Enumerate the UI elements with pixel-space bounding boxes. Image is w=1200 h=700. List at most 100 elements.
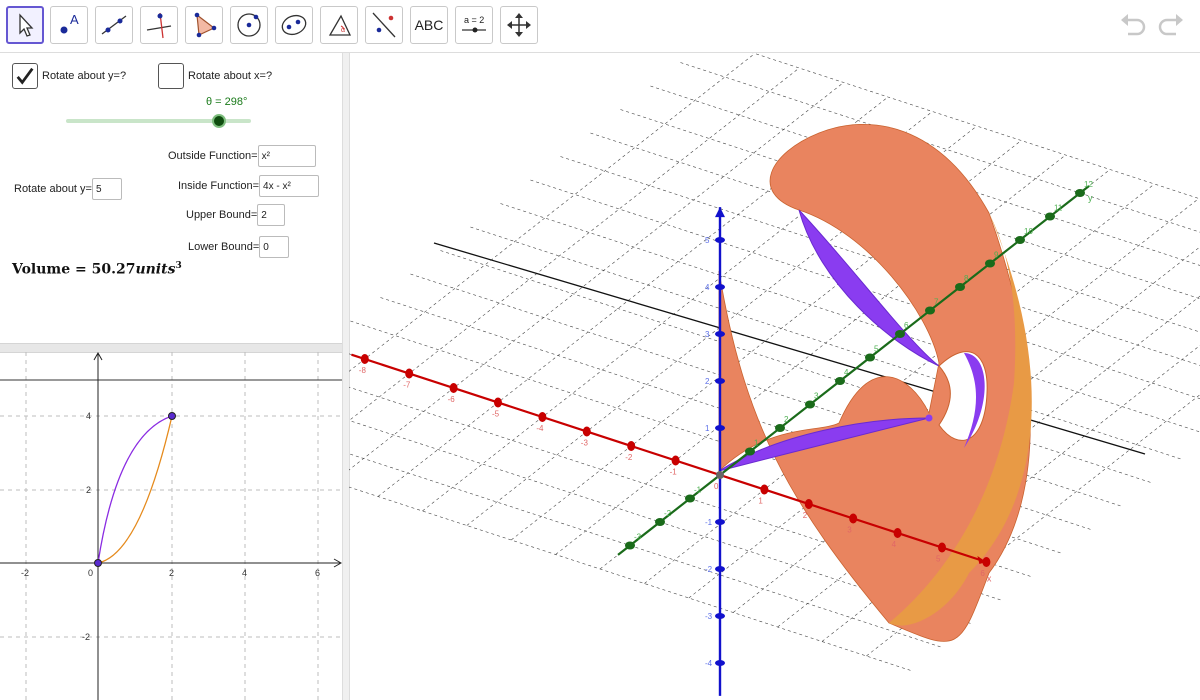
- svg-text:a = 2: a = 2: [464, 15, 484, 25]
- point-icon: A: [60, 12, 79, 34]
- svg-text:A: A: [70, 12, 79, 27]
- redo-button[interactable]: [1156, 10, 1186, 40]
- line-tool-button[interactable]: [95, 6, 133, 44]
- circle-icon: [237, 13, 261, 37]
- y-tick-label: -2: [82, 632, 90, 642]
- x-tick-marker: [538, 412, 547, 422]
- x-tick-marker: [671, 455, 680, 466]
- conic-tool-button[interactable]: [275, 6, 313, 44]
- volume-exponent: 3: [175, 261, 182, 271]
- x-tick-label: -2: [21, 568, 29, 578]
- perpendicular-tool-button[interactable]: [140, 6, 178, 44]
- grid-3d: [349, 53, 1200, 671]
- point-tool-button[interactable]: A: [50, 6, 88, 44]
- toolbar: A α ABC a = 2: [0, 0, 1200, 53]
- triangle-icon: [194, 12, 217, 38]
- y-tick-marker: [1045, 212, 1055, 221]
- upper-bound-input[interactable]: 2: [257, 204, 286, 226]
- x-tick-label-3d: -2: [625, 453, 633, 462]
- rotate-about-input[interactable]: 5: [91, 178, 122, 200]
- lower-bound-input[interactable]: 0: [259, 236, 290, 258]
- y-tick-label-3d: -2: [664, 509, 672, 518]
- x-tick-label: 6: [315, 568, 320, 578]
- circle-tool-button[interactable]: [230, 6, 268, 44]
- grid-2d: [0, 352, 342, 700]
- x-tick-marker: [582, 426, 591, 437]
- angle-icon: α: [328, 14, 352, 36]
- z-tick-marker: [715, 237, 725, 243]
- reflect-tool-button[interactable]: [365, 6, 403, 44]
- y-tick-marker: [895, 330, 905, 338]
- y-tick-marker: [1015, 236, 1025, 244]
- text-tool-label: ABC: [414, 17, 444, 33]
- y-tick-marker: [865, 353, 875, 362]
- move-tool-button[interactable]: [6, 6, 44, 44]
- z-tick-marker: [715, 613, 725, 619]
- x-tick-label-3d: -8: [359, 366, 367, 375]
- rotate-y-checkbox[interactable]: [12, 63, 38, 89]
- y-tick-label-3d: 12: [1084, 180, 1093, 189]
- z-tick-label-3d: -4: [705, 659, 713, 668]
- z-tick-label-3d: -2: [705, 565, 713, 574]
- grid-line-3d: [349, 53, 755, 372]
- outside-function-row: Outside Function= x²: [168, 145, 316, 167]
- y-tick-label-3d: 11: [1054, 204, 1063, 213]
- y-tick-marker: [985, 259, 995, 268]
- inside-function-label: Inside Function=: [178, 180, 260, 192]
- y-tick-marker: [685, 494, 695, 503]
- y-tick-label-3d: 10: [1024, 227, 1033, 236]
- move-arrows-icon: [507, 13, 531, 37]
- y-tick-label-3d: 3: [814, 392, 819, 401]
- lower-bound-label: Lower Bound=: [188, 241, 260, 253]
- x-tick-label-3d: 2: [803, 511, 808, 520]
- angle-tool-button[interactable]: α: [320, 6, 358, 44]
- x-tick-marker: [804, 499, 813, 509]
- z-axis-arrow-3d: [715, 207, 725, 218]
- x-tick-marker: [494, 397, 502, 408]
- text-tool-button[interactable]: ABC: [410, 6, 448, 44]
- y-tick-marker: [655, 518, 665, 526]
- y-tick-marker: [1075, 189, 1085, 197]
- x-tick-label-3d: 0: [714, 482, 719, 491]
- y-tick-label-3d: 1: [754, 439, 759, 448]
- upper-bound-point[interactable]: [168, 412, 176, 420]
- y-tick-marker: [925, 306, 935, 315]
- inside-function-input[interactable]: 4x - x²: [259, 175, 320, 197]
- x-tick-label-3d: 4: [892, 540, 897, 549]
- x-axis-label-3d: x: [987, 573, 992, 583]
- z-tick-marker: [715, 331, 725, 337]
- upper-bound-row: Upper Bound= 2: [186, 204, 286, 226]
- x-tick-marker: [938, 542, 946, 553]
- graphics-3d-view[interactable]: -8-7-6-5-4-3-2-10123456-3-2-112345678910…: [349, 53, 1200, 700]
- z-tick-marker: [715, 660, 725, 666]
- z-tick-label-3d: 3: [705, 330, 710, 339]
- graphics-2d-view[interactable]: -2 0 2 4 6 4 2 -2: [0, 352, 342, 700]
- move-view-tool-button[interactable]: [500, 6, 538, 44]
- inside-function-row: Inside Function= 4x - x²: [178, 175, 320, 197]
- x-tick-label-3d: -5: [492, 410, 500, 419]
- polygon-tool-button[interactable]: [185, 6, 223, 44]
- rotate-about-label: Rotate about y=: [14, 183, 92, 195]
- outside-function-input[interactable]: x²: [257, 145, 316, 167]
- x-tick-label-3d: 6: [980, 569, 985, 578]
- slider-tool-button[interactable]: a = 2: [455, 6, 493, 44]
- outside-function-label: Outside Function=: [168, 150, 258, 162]
- y-tick-label-3d: 6: [904, 321, 909, 330]
- z-tick-marker: [715, 284, 725, 290]
- grid-line-3d: [349, 82, 844, 471]
- lower-bound-row: Lower Bound= 0: [188, 236, 290, 258]
- undo-button[interactable]: [1118, 10, 1148, 40]
- lower-bound-point[interactable]: [94, 559, 102, 567]
- theta-slider-thumb[interactable]: [212, 114, 227, 128]
- z-tick-label-3d: 1: [705, 424, 710, 433]
- svg-text:α: α: [341, 27, 345, 34]
- slider-icon: a = 2: [462, 15, 486, 33]
- rotate-x-label: Rotate about x=?: [188, 70, 273, 82]
- z-tick-marker: [715, 378, 725, 384]
- rotate-x-checkbox[interactable]: [158, 63, 184, 89]
- checkmark-icon: [16, 67, 34, 85]
- x-tick-marker: [849, 513, 858, 524]
- volume-output: Volume = 50.27units3: [12, 261, 182, 278]
- volume-units: units: [135, 261, 176, 278]
- rotate-x-checkbox-row: Rotate about x=?: [158, 63, 272, 89]
